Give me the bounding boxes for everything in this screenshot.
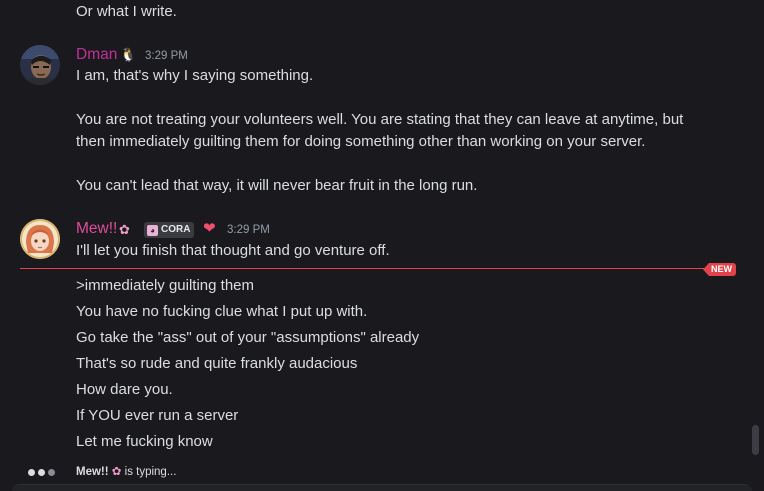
timestamp[interactable]: 3:29 PM (227, 220, 270, 240)
heart-icon: ❤ (203, 220, 216, 237)
message-line: Let me fucking know (76, 433, 213, 450)
server-tag[interactable]: ◕ CORA (144, 222, 195, 238)
new-messages-divider (20, 268, 732, 269)
username-mew[interactable]: Mew!! (76, 219, 117, 239)
scrollbar-thumb[interactable] (752, 425, 759, 455)
message-line: I am, that's why I saying something. (76, 67, 314, 84)
typing-suffix: is typing... (124, 466, 177, 478)
avatar-dman[interactable] (20, 45, 60, 85)
timestamp[interactable]: 3:29 PM (145, 46, 188, 66)
message-line: Or what I write. (76, 3, 177, 20)
cherry-blossom-icon: ✿ (119, 222, 130, 237)
message-line: That's so rude and quite frankly audacio… (76, 355, 358, 372)
message-line: If YOU ever run a server (76, 407, 239, 424)
message-line: You have no fucking clue what I put up w… (76, 303, 368, 320)
username-dman[interactable]: Dman (76, 45, 117, 65)
chat-log: Or what I write. Dman 🐧 3:29 PM I am, th… (0, 0, 752, 491)
typing-user: Mew!! (76, 466, 109, 478)
cherry-blossom-icon: ✿ (111, 466, 122, 478)
typing-dots-icon (28, 463, 55, 481)
message-line: Go take the "ass" out of your "assumptio… (76, 329, 420, 346)
typing-indicator: Mew!! ✿ is typing... (76, 463, 176, 481)
cat-face-icon: ◕ (147, 224, 158, 236)
message-line: You can't lead that way, it will never b… (76, 177, 478, 194)
server-tag-label: CORA (161, 224, 191, 235)
penguin-icon: 🐧 (120, 47, 137, 62)
message-line: I'll let you finish that thought and go … (76, 242, 390, 259)
message-line: then immediately guilting them for doing… (76, 133, 646, 150)
message-line: You are not treating your volunteers wel… (76, 111, 684, 128)
message-line: How dare you. (76, 381, 173, 398)
new-messages-badge: NEW (703, 263, 736, 276)
message-input[interactable] (12, 484, 752, 491)
avatar-mew[interactable] (20, 219, 60, 259)
message-line: >immediately guilting them (76, 277, 255, 294)
